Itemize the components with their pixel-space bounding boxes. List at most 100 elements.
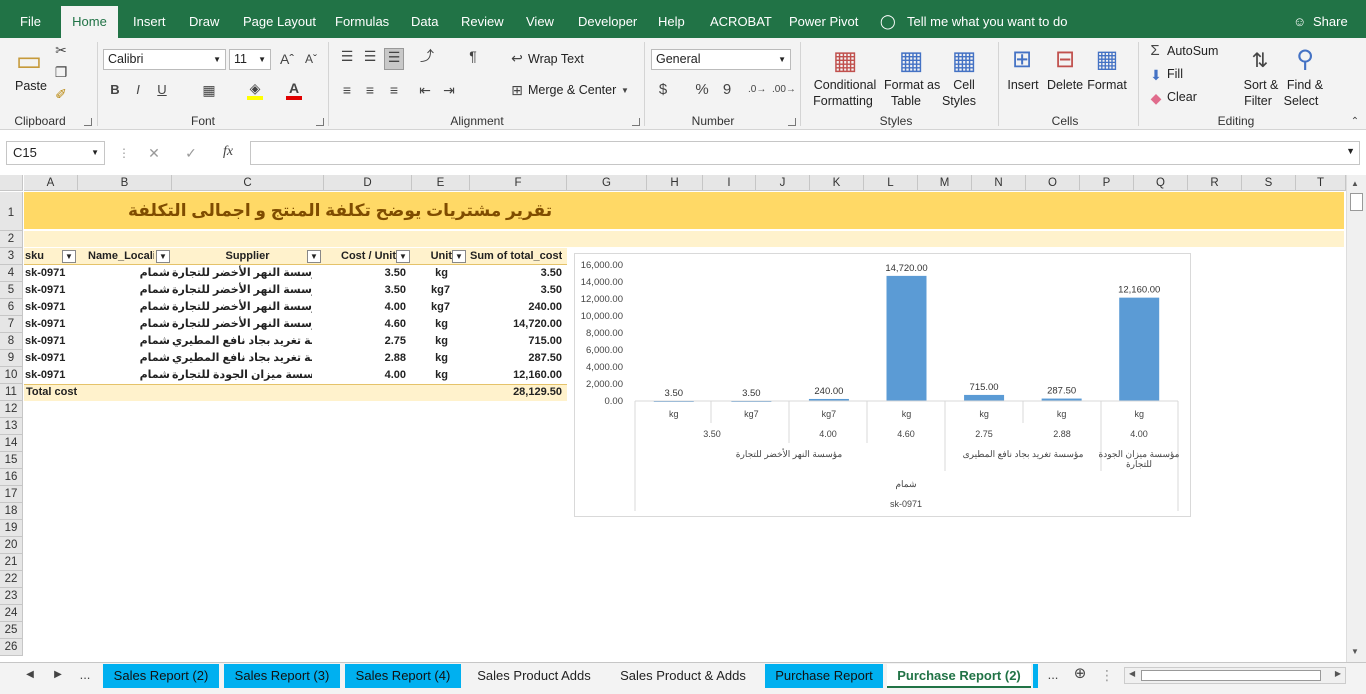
sheet-tab-purchase-report-2[interactable]: Purchase Report (2)	[887, 664, 1031, 688]
column-header[interactable]: O	[1026, 175, 1080, 191]
column-header[interactable]: S	[1242, 175, 1296, 191]
row-header[interactable]: 20	[0, 537, 23, 554]
row-header[interactable]: 23	[0, 588, 23, 605]
row-header[interactable]: 11	[0, 384, 23, 401]
row-header[interactable]: 2	[0, 231, 23, 248]
paste-button[interactable]: Paste	[15, 79, 47, 94]
decrease-font-icon[interactable]: Aˇ	[302, 51, 320, 67]
column-header[interactable]: J	[756, 175, 810, 191]
column-header[interactable]: K	[810, 175, 864, 191]
format-as-table-button[interactable]: Format as	[884, 78, 940, 93]
merge-dropdown-icon[interactable]: ▼	[620, 83, 630, 99]
cell-styles-button[interactable]: Cell	[946, 78, 982, 93]
filter-name-icon[interactable]: ▼	[156, 250, 170, 263]
increase-decimal-icon[interactable]: .0→	[748, 82, 766, 98]
share-button[interactable]: Share	[1313, 0, 1348, 38]
sheet-tab-sales-report-2[interactable]: Sales Report (2)	[103, 664, 219, 688]
prev-sheet-icon[interactable]: ◀	[24, 667, 36, 683]
tab-file[interactable]: File	[20, 0, 41, 38]
borders-icon[interactable]: ▦	[200, 82, 218, 98]
tab-draw[interactable]: Draw	[189, 0, 219, 38]
sheet-tab-sales-report-4[interactable]: Sales Report (4)	[345, 664, 461, 688]
tab-data[interactable]: Data	[411, 0, 438, 38]
scroll-thumb[interactable]	[1350, 193, 1363, 211]
paste-icon[interactable]: ▭	[14, 44, 44, 78]
row-header[interactable]: 8	[0, 333, 23, 350]
tab-page-layout[interactable]: Page Layout	[243, 0, 316, 38]
conditional-formatting-button[interactable]: Conditional	[813, 78, 877, 93]
scroll-right-icon[interactable]: ▶	[1335, 669, 1341, 678]
select-all-corner[interactable]	[0, 175, 23, 191]
column-header[interactable]: Q	[1134, 175, 1188, 191]
align-top-icon[interactable]: ☰	[339, 48, 355, 64]
align-center-icon[interactable]: ≡	[362, 82, 378, 98]
decrease-indent-icon[interactable]: ⇤	[417, 82, 433, 98]
increase-font-icon[interactable]: Aˆ	[278, 51, 296, 67]
rtl-direction-icon[interactable]: ¶	[463, 48, 483, 64]
number-launcher-icon[interactable]	[788, 118, 796, 126]
row-header[interactable]: 26	[0, 639, 23, 656]
row-header[interactable]: 24	[0, 605, 23, 622]
column-header[interactable]: B	[78, 175, 172, 191]
row-header[interactable]: 25	[0, 622, 23, 639]
row-header[interactable]: 17	[0, 486, 23, 503]
vertical-scrollbar[interactable]: ▲ ▼	[1346, 175, 1366, 662]
tab-insert[interactable]: Insert	[133, 0, 166, 38]
row-header[interactable]: 5	[0, 282, 23, 299]
wrap-text-button[interactable]: Wrap Text	[528, 52, 584, 67]
tab-help[interactable]: Help	[658, 0, 685, 38]
row-header[interactable]: 21	[0, 554, 23, 571]
sheet-tab-sales-product-and-adds[interactable]: Sales Product & Adds	[607, 664, 759, 688]
find-select-button[interactable]: Find &	[1285, 78, 1325, 93]
format-painter-icon[interactable]: ✐	[52, 86, 70, 102]
row-header[interactable]: 16	[0, 469, 23, 486]
column-header[interactable]: T	[1296, 175, 1346, 191]
cancel-icon[interactable]: ✕	[146, 145, 162, 161]
comma-button[interactable]: 9	[720, 82, 734, 98]
bold-button[interactable]: B	[108, 82, 122, 98]
scroll-up-icon[interactable]: ▲	[1351, 179, 1359, 188]
column-header[interactable]: N	[972, 175, 1026, 191]
fill-color-icon[interactable]: ◈	[245, 80, 265, 96]
column-header[interactable]: P	[1080, 175, 1134, 191]
format-cells-button[interactable]: Format	[1087, 78, 1127, 93]
filter-sku-icon[interactable]: ▼	[62, 250, 76, 263]
delete-cells-button[interactable]: Delete	[1047, 78, 1083, 93]
align-bottom-icon[interactable]: ☰	[384, 48, 404, 70]
row-header[interactable]: 1	[0, 192, 23, 231]
column-header[interactable]: A	[24, 175, 78, 191]
row-header[interactable]: 10	[0, 367, 23, 384]
orientation-icon[interactable]: ⤴	[417, 48, 437, 64]
autosum-button[interactable]: AutoSum	[1167, 44, 1218, 59]
italic-button[interactable]: I	[131, 82, 145, 98]
next-sheet-icon[interactable]: ▶	[52, 667, 64, 683]
more-sheets-right[interactable]: ...	[1044, 667, 1062, 683]
font-name-select[interactable]: Calibri ▼	[103, 49, 226, 70]
sheet-tab-sales-report-3[interactable]: Sales Report (3)	[224, 664, 340, 688]
alignment-launcher-icon[interactable]	[632, 118, 640, 126]
underline-button[interactable]: U	[155, 82, 169, 98]
align-left-icon[interactable]: ≡	[339, 82, 355, 98]
copy-icon[interactable]: ❐	[52, 64, 70, 80]
row-header[interactable]: 7	[0, 316, 23, 333]
conditional-formatting-label2[interactable]: Formatting	[808, 94, 878, 109]
scroll-left-icon[interactable]: ◀	[1129, 669, 1135, 678]
column-header[interactable]: C	[172, 175, 324, 191]
formula-input[interactable]: ▼	[250, 141, 1360, 165]
align-middle-icon[interactable]: ☰	[362, 48, 378, 64]
column-header[interactable]: I	[703, 175, 756, 191]
row-header[interactable]: 13	[0, 418, 23, 435]
row-header[interactable]: 14	[0, 435, 23, 452]
pivot-chart[interactable]: 16,000.00 14,000.00 12,000.00 10,000.00 8,00…	[574, 253, 1191, 517]
row-header[interactable]: 4	[0, 265, 23, 282]
row-header[interactable]: 9	[0, 350, 23, 367]
cut-icon[interactable]: ✂	[52, 42, 70, 58]
find-select-label2[interactable]: Select	[1281, 94, 1321, 109]
tab-view[interactable]: View	[526, 0, 554, 38]
column-header[interactable]: H	[647, 175, 703, 191]
enter-icon[interactable]: ✓	[183, 145, 199, 161]
increase-indent-icon[interactable]: ⇥	[441, 82, 457, 98]
tab-acrobat[interactable]: ACROBAT	[710, 0, 772, 38]
row-header[interactable]: 12	[0, 401, 23, 418]
sort-filter-button[interactable]: Sort &	[1243, 78, 1279, 93]
